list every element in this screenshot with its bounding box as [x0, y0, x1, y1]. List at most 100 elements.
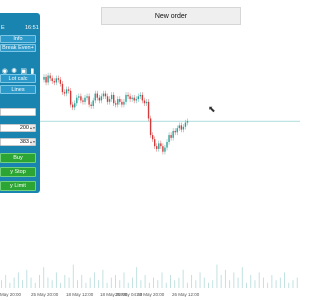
volume-bar [5, 275, 7, 288]
volume-bar [203, 277, 205, 288]
volume-bar [81, 275, 83, 288]
volume-bar [13, 277, 15, 288]
candle-body [57, 78, 60, 80]
volume-bar [258, 272, 260, 288]
candle-body [43, 76, 45, 80]
candle-body [72, 104, 74, 108]
break-even-button[interactable]: Break Even+ [0, 44, 36, 52]
candle-body [125, 94, 127, 102]
volume-bar [131, 277, 133, 288]
volume-bar [110, 277, 112, 288]
lot-calc-button[interactable]: Lot calc [0, 74, 36, 83]
price-chart[interactable] [0, 0, 300, 300]
volume-bar [229, 280, 231, 288]
volume-bar [157, 280, 159, 288]
buy-limit-button[interactable]: y Limit [0, 181, 36, 191]
candle-body [184, 122, 187, 127]
candle-body [143, 100, 146, 104]
candle-body [168, 135, 170, 142]
candle-body [186, 121, 189, 123]
volume-bar [102, 269, 104, 288]
volume-bar [208, 282, 209, 288]
candle-body [47, 75, 49, 83]
second-value-spinner[interactable]: ▲▼ [30, 139, 35, 145]
second-value-input[interactable]: 383 ▲▼ [0, 138, 36, 146]
volume-bar [237, 277, 239, 288]
candle-body [78, 96, 80, 98]
volume-bar [60, 282, 62, 288]
info-button[interactable]: Info [0, 35, 36, 43]
candle-body [178, 125, 180, 129]
candle-body [74, 103, 76, 108]
candle-body [92, 100, 94, 106]
candle-body [182, 126, 185, 130]
volume-bar [153, 277, 155, 288]
candle-body [166, 142, 168, 148]
volume-bar [30, 277, 32, 288]
candle-body [69, 90, 72, 105]
candle-body [82, 100, 84, 102]
candle-body [160, 143, 162, 147]
volume-bar [17, 272, 19, 288]
blank-input[interactable] [0, 108, 36, 116]
volume-bar [22, 280, 24, 288]
candle-body [80, 96, 82, 101]
x-axis-label-1: 25 May 20:00 [31, 292, 59, 297]
volume-bar [224, 269, 226, 288]
candle-body [135, 99, 137, 101]
volume-bar [284, 272, 285, 288]
new-order-button[interactable]: New order [101, 7, 241, 25]
volume-bar [39, 275, 40, 288]
volume-bar [233, 272, 235, 288]
candle-body [164, 147, 166, 152]
candle-body [51, 78, 53, 82]
candle-body [67, 89, 70, 91]
candle-body [162, 146, 164, 152]
volume-bar [182, 269, 184, 288]
candle-body [154, 139, 156, 147]
buy-stop-button[interactable]: y Stop [0, 167, 36, 177]
candle-body [86, 96, 88, 98]
x-axis-label-0: May 20:00 [0, 292, 22, 297]
candle-body [149, 118, 152, 136]
candle-body [147, 101, 150, 119]
candle-body [113, 94, 115, 104]
volume-bar [267, 282, 269, 288]
panel-time: 16:51 [25, 25, 39, 31]
volume-bar [140, 280, 142, 288]
panel-corner-label: E [1, 25, 5, 31]
volume-bar [195, 280, 197, 288]
lines-button[interactable]: Lines [0, 85, 36, 94]
volume-bar [186, 282, 188, 288]
candle-body [180, 125, 183, 130]
volume-bar [144, 275, 146, 288]
candle-body [94, 93, 96, 101]
buy-button[interactable]: Buy [0, 153, 36, 163]
candle-body [174, 130, 176, 133]
volume-bar [93, 272, 95, 288]
candle-body [119, 99, 121, 102]
first-value-input[interactable]: 200 ▲▼ [0, 124, 36, 132]
volume-bar [296, 277, 298, 288]
x-axis-label-5: 23 May 20:00 [137, 292, 165, 297]
mouse-cursor-icon: ⬉ [208, 104, 216, 114]
candle-body [151, 135, 154, 140]
candle-body [110, 94, 113, 100]
candle-body [158, 143, 160, 149]
candle-body [139, 94, 142, 97]
first-value-spinner[interactable]: ▲▼ [30, 125, 35, 131]
volume-bar [199, 272, 201, 288]
candle-body [49, 75, 51, 79]
candle-body [156, 146, 158, 149]
volume-bar [262, 277, 264, 288]
volume-bar [254, 280, 256, 288]
volume-bar [119, 280, 121, 288]
candle-body [102, 93, 105, 97]
volume-bar [148, 282, 150, 288]
candle-body [170, 135, 172, 138]
candle-body [98, 97, 101, 101]
volume-bar [271, 275, 273, 288]
candle-body [104, 93, 107, 97]
candle-body [176, 128, 178, 133]
candle-body [53, 81, 55, 83]
